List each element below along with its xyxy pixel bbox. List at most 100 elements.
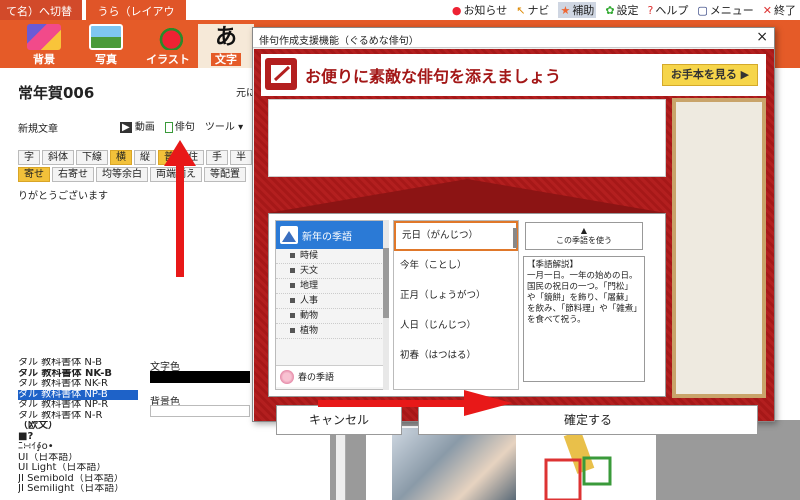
- season-word[interactable]: 正月（しょうがつ）: [394, 281, 518, 311]
- font-item[interactable]: ﾆ∺ｲ∮o•: [18, 442, 138, 453]
- font-item[interactable]: タル 教科書体 NP-R: [18, 400, 138, 411]
- text-icon: あ: [214, 24, 237, 50]
- video-icon: ▶: [120, 122, 132, 133]
- format-button[interactable]: 字: [18, 150, 40, 165]
- justify-button[interactable]: 両端揃え: [150, 167, 202, 182]
- card-decoration: [544, 430, 612, 500]
- font-item[interactable]: タル 教科書体 N-B: [18, 358, 138, 369]
- season-word-panel: 新年の季語 時候 天文 地理 人事 動物 植物 春の季語 元日（がんじつ） 今年…: [268, 213, 666, 397]
- tool-text[interactable]: あ 文字: [198, 24, 254, 68]
- font-item[interactable]: UI Light（日本語）: [18, 463, 138, 474]
- subcategory-item[interactable]: 人事: [276, 294, 384, 309]
- align-right-button[interactable]: 右寄せ: [52, 167, 94, 182]
- address-button[interactable]: 住: [182, 150, 204, 165]
- haiku-input[interactable]: [268, 99, 666, 177]
- vertical-button[interactable]: 縦: [134, 150, 156, 165]
- normal-button[interactable]: 普: [158, 150, 180, 165]
- underline-button[interactable]: 下線: [76, 150, 108, 165]
- menu-exit-label: 終了: [774, 4, 796, 17]
- haiku-preview-frame: [672, 98, 766, 398]
- font-item[interactable]: タル 教科書体 N-R: [18, 411, 138, 422]
- align-left-button[interactable]: 寄せ: [18, 167, 50, 182]
- video-option[interactable]: ▶ 動画: [120, 118, 155, 133]
- font-item[interactable]: UI（日本語）: [18, 453, 138, 464]
- menu-help[interactable]: ? ヘルプ: [648, 2, 689, 18]
- menu-menu[interactable]: ▢ メニュー: [697, 2, 753, 18]
- dialog-titlebar[interactable]: 俳句作成支援機能（ぐるめな俳句） ×: [253, 28, 774, 48]
- subcategory-item[interactable]: 地理: [276, 279, 384, 294]
- word-list-scrollbar[interactable]: [513, 228, 517, 248]
- show-example-button[interactable]: お手本を見る ▶: [662, 64, 758, 86]
- half-button[interactable]: 半: [230, 150, 252, 165]
- use-season-word-button[interactable]: ▲ この季語を使う: [525, 222, 643, 250]
- haiku-checkbox[interactable]: [164, 121, 173, 133]
- season-word[interactable]: 人日（じんじつ）: [394, 311, 518, 341]
- season-word[interactable]: 初春（はつはる）: [394, 341, 518, 371]
- tool-background[interactable]: 背景: [16, 24, 72, 68]
- tool-dropdown[interactable]: ツール ▾: [205, 118, 243, 133]
- subcategory-item[interactable]: 天文: [276, 264, 384, 279]
- font-item-selected[interactable]: タル 教科書体 NP-B: [18, 389, 138, 400]
- menu-menu-label: メニュー: [709, 4, 754, 17]
- tool-text-label: 文字: [211, 53, 241, 66]
- background-color-swatch[interactable]: [150, 405, 250, 417]
- menu-assist[interactable]: ★ 補助: [558, 2, 597, 18]
- equal-margin-button[interactable]: 均等余白: [96, 167, 148, 182]
- horizontal-button[interactable]: 横: [110, 150, 132, 165]
- text-color-swatch[interactable]: [150, 371, 250, 383]
- menu-assist-label: 補助: [572, 4, 595, 17]
- subcategory-label: 動物: [300, 311, 319, 321]
- new-document-link[interactable]: 新規文章: [18, 120, 58, 135]
- menu-navi[interactable]: ↖ ナビ: [516, 2, 549, 18]
- background-icon: [27, 24, 61, 50]
- season-word[interactable]: 今年（ことし）: [394, 251, 518, 281]
- distribute-button[interactable]: 等配置: [204, 167, 246, 182]
- category-new-year[interactable]: 新年の季語: [276, 221, 384, 249]
- subcategory-item[interactable]: 動物: [276, 309, 384, 324]
- font-item[interactable]: ■?: [18, 432, 138, 443]
- category-spring-label: 春の季語: [298, 373, 335, 383]
- tool-photo-label: 写真: [95, 53, 117, 66]
- video-option-label: 動画: [134, 122, 155, 133]
- menu-settings[interactable]: ✿ 設定: [605, 2, 638, 18]
- font-item[interactable]: （欧文）: [18, 421, 138, 432]
- menu-news[interactable]: ● お知らせ: [452, 2, 507, 18]
- italic-button[interactable]: 斜体: [42, 150, 74, 165]
- category-scrollbar[interactable]: [383, 220, 389, 390]
- subcategory-label: 植物: [300, 326, 319, 336]
- dialog-body: お便りに素敵な俳句を添えましょう お手本を見る ▶ 新年の季語 時候 天文 地理…: [254, 49, 774, 435]
- text-content[interactable]: りがとうございます: [18, 187, 108, 202]
- font-list[interactable]: タル 教科書体 N-B タル 教科書体 NK-B タル 教科書体 NK-R タル…: [18, 358, 138, 495]
- font-item[interactable]: タル 教科書体 NK-R: [18, 379, 138, 390]
- category-list[interactable]: 新年の季語 時候 天文 地理 人事 動物 植物 春の季語: [275, 220, 385, 390]
- font-item[interactable]: JI Semilight（日本語）: [18, 484, 138, 495]
- tab-address-switch[interactable]: て名）へ切替: [0, 0, 82, 22]
- font-item[interactable]: JI Semibold（日本語）: [18, 474, 138, 485]
- hand-button[interactable]: 手: [206, 150, 228, 165]
- card-photo[interactable]: [392, 428, 516, 500]
- haiku-option[interactable]: 俳句: [164, 118, 195, 133]
- font-item[interactable]: タル 教科書体 NK-B: [18, 369, 138, 380]
- category-spring[interactable]: 春の季語: [276, 365, 384, 387]
- dialog-header: お便りに素敵な俳句を添えましょう お手本を見る ▶: [261, 54, 766, 96]
- tool-illust[interactable]: イラスト: [140, 24, 196, 68]
- menu-navi-label: ナビ: [527, 4, 550, 17]
- tool-photo[interactable]: 写真: [78, 24, 134, 68]
- up-triangle-icon: ▲: [580, 226, 588, 235]
- subcategory-label: 人事: [300, 296, 319, 306]
- season-word-list[interactable]: 元日（がんじつ） 今年（ことし） 正月（しょうがつ） 人日（じんじつ） 初春（は…: [393, 220, 519, 390]
- brush-icon: [265, 58, 297, 90]
- subcategory-item[interactable]: 植物: [276, 324, 384, 339]
- cancel-button[interactable]: キャンセル: [276, 405, 402, 435]
- season-word-selected[interactable]: 元日（がんじつ）: [394, 221, 518, 251]
- menu-exit[interactable]: ✕ 終了: [763, 2, 796, 18]
- tool-background-label: 背景: [33, 53, 55, 66]
- dialog-window-title: 俳句作成支援機能（ぐるめな俳句）: [259, 36, 419, 47]
- menu-news-label: お知らせ: [463, 4, 508, 17]
- confirm-button[interactable]: 確定する: [418, 405, 758, 435]
- tab-layout[interactable]: うら（レイアウト）: [86, 0, 186, 34]
- subcategory-item[interactable]: 時候: [276, 249, 384, 264]
- tool-dropdown-label: ツール: [204, 122, 235, 133]
- document-title: 常年賀006: [18, 84, 95, 102]
- dialog-close-icon[interactable]: ×: [756, 29, 768, 45]
